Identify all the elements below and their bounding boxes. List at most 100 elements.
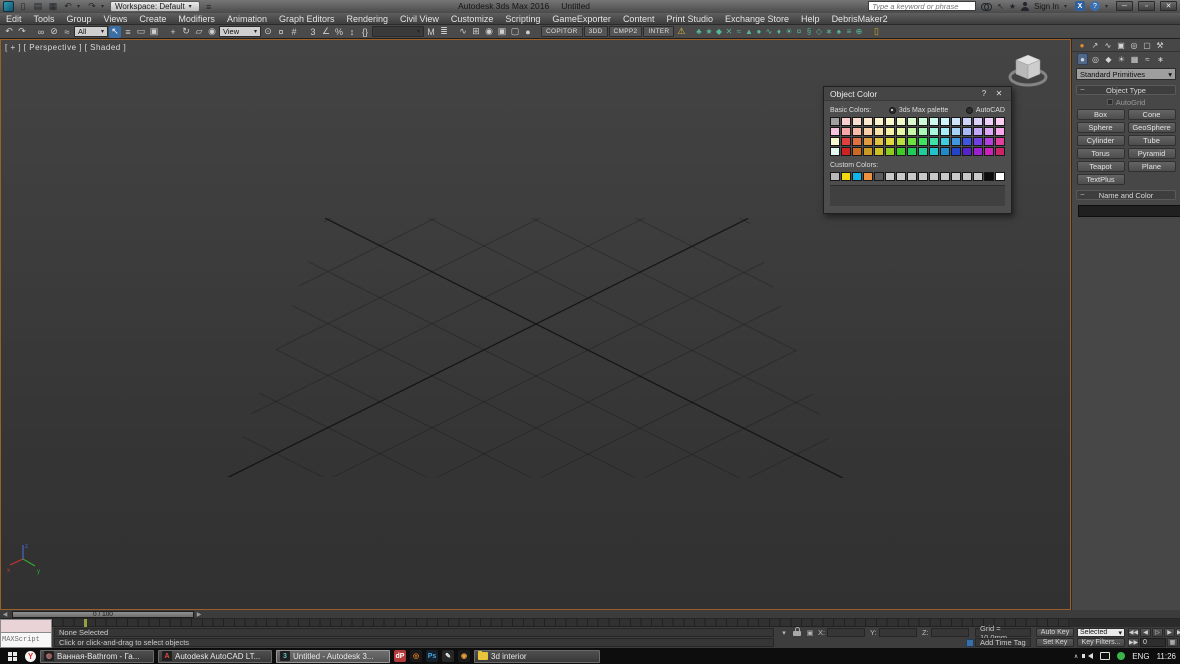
- track-bar[interactable]: [52, 619, 1071, 627]
- menu-item[interactable]: Create: [133, 13, 172, 25]
- color-swatch[interactable]: [841, 137, 851, 146]
- signin-button[interactable]: Sign In: [1034, 2, 1059, 11]
- percent-snap-icon[interactable]: %: [333, 26, 345, 38]
- autocad-palette-radio[interactable]: [965, 106, 973, 114]
- color-swatch[interactable]: [896, 117, 906, 126]
- color-swatch[interactable]: [962, 117, 972, 126]
- color-swatch[interactable]: [830, 117, 840, 126]
- primitive-button[interactable]: Pyramid: [1127, 148, 1176, 159]
- color-swatch[interactable]: [984, 137, 994, 146]
- selection-lock-icon[interactable]: [793, 627, 801, 636]
- volume-icon[interactable]: [1082, 653, 1094, 659]
- color-swatch[interactable]: [984, 117, 994, 126]
- custom-color-swatch[interactable]: [830, 172, 840, 181]
- start-button[interactable]: [8, 651, 17, 661]
- color-swatch[interactable]: [852, 147, 862, 156]
- primitive-button[interactable]: Tube: [1127, 135, 1176, 146]
- language-indicator[interactable]: ENG: [1132, 652, 1149, 661]
- align-icon[interactable]: ≣: [438, 26, 450, 38]
- search-icon[interactable]: [981, 2, 993, 11]
- close-button[interactable]: ✕: [1160, 1, 1177, 11]
- color-swatch[interactable]: [951, 137, 961, 146]
- custom-script-button[interactable]: CMPP2: [608, 26, 643, 37]
- current-frame-field[interactable]: 0: [1140, 638, 1166, 647]
- pinned-app-icon[interactable]: ◎: [410, 650, 422, 662]
- command-panel-tab[interactable]: ▣: [1116, 40, 1126, 51]
- color-swatch[interactable]: [962, 127, 972, 136]
- playback-button[interactable]: ◀◀: [1128, 628, 1139, 637]
- debrismaker-script-icon[interactable]: ∿: [764, 26, 773, 38]
- taskbar-window-button[interactable]: A Autodesk AutoCAD LT...: [158, 649, 272, 663]
- menu-item[interactable]: Modifiers: [172, 13, 221, 25]
- color-swatch[interactable]: [863, 147, 873, 156]
- search-input[interactable]: [868, 1, 977, 11]
- taskbar-window-button[interactable]: 3 Untitled - Autodesk 3...: [276, 649, 390, 663]
- create-category-icon[interactable]: ●: [1077, 53, 1088, 65]
- favorites-star-icon[interactable]: ★: [1009, 2, 1016, 11]
- door-script-icon[interactable]: ▯: [870, 26, 882, 38]
- primitive-button[interactable]: Plane: [1127, 161, 1176, 172]
- color-swatch[interactable]: [951, 127, 961, 136]
- create-category-icon[interactable]: ▦: [1129, 53, 1140, 65]
- material-editor-icon[interactable]: ◉: [483, 26, 495, 38]
- isolate-selection-icon[interactable]: ▾: [779, 628, 789, 637]
- debrismaker-script-icon[interactable]: ⊕: [854, 26, 863, 38]
- select-and-rotate-icon[interactable]: ↻: [180, 26, 192, 38]
- folder-window-button[interactable]: 3d interior: [474, 649, 600, 663]
- menu-item[interactable]: Group: [61, 13, 98, 25]
- network-status-icon[interactable]: [1117, 652, 1126, 660]
- custom-script-button[interactable]: 3DD: [583, 26, 608, 37]
- color-swatch[interactable]: [874, 117, 884, 126]
- redo-scene-icon[interactable]: ↷: [16, 26, 28, 38]
- rendered-frame-window-icon[interactable]: ▢: [509, 26, 521, 38]
- clock[interactable]: 11:26: [1157, 652, 1176, 661]
- primitive-button[interactable]: GeoSphere: [1127, 122, 1176, 133]
- pinned-app-icon[interactable]: ✎: [442, 650, 454, 662]
- maxscript-macro-pane[interactable]: [0, 619, 52, 633]
- color-swatch[interactable]: [962, 137, 972, 146]
- edit-named-selection-sets-icon[interactable]: {}: [359, 26, 371, 38]
- create-category-icon[interactable]: ∗: [1155, 53, 1166, 65]
- color-swatch[interactable]: [995, 127, 1005, 136]
- custom-color-swatch[interactable]: [940, 172, 950, 181]
- color-swatch[interactable]: [995, 137, 1005, 146]
- custom-color-swatch[interactable]: [962, 172, 972, 181]
- command-panel-tab[interactable]: ●: [1077, 40, 1087, 51]
- custom-color-swatch[interactable]: [929, 172, 939, 181]
- custom-color-swatch[interactable]: [918, 172, 928, 181]
- debrismaker-script-icon[interactable]: ◇: [814, 26, 823, 38]
- menu-item[interactable]: Content: [617, 13, 661, 25]
- color-swatch[interactable]: [940, 127, 950, 136]
- color-swatch[interactable]: [841, 147, 851, 156]
- color-swatch[interactable]: [885, 147, 895, 156]
- color-swatch[interactable]: [852, 117, 862, 126]
- debrismaker-script-icon[interactable]: ≡: [844, 26, 853, 38]
- primitive-button[interactable]: Cylinder: [1076, 135, 1125, 146]
- tray-chevron-icon[interactable]: ∧: [1074, 653, 1078, 660]
- color-swatch[interactable]: [863, 137, 873, 146]
- maxscript-mini-listener[interactable]: MAXScript: [0, 619, 52, 648]
- object-name-input[interactable]: [1078, 205, 1180, 217]
- primitive-button[interactable]: Cone: [1127, 109, 1176, 120]
- undo-button[interactable]: ↶: [62, 1, 74, 12]
- primitive-button[interactable]: Torus: [1076, 148, 1125, 159]
- color-swatch[interactable]: [940, 137, 950, 146]
- selection-filter-dropdown[interactable]: All ▾: [74, 26, 108, 37]
- yandex-browser-icon[interactable]: Y: [25, 650, 36, 662]
- render-production-icon[interactable]: ●: [522, 26, 534, 38]
- menu-item[interactable]: Views: [98, 13, 134, 25]
- color-swatch[interactable]: [907, 127, 917, 136]
- debrismaker-script-icon[interactable]: ◆: [714, 26, 723, 38]
- go-to-end-button[interactable]: ▶▶: [1128, 638, 1139, 647]
- menu-item[interactable]: Rendering: [341, 13, 395, 25]
- color-swatch[interactable]: [896, 127, 906, 136]
- exchange-apps-icon[interactable]: X: [1075, 1, 1085, 11]
- custom-color-swatch[interactable]: [841, 172, 851, 181]
- debrismaker-script-icon[interactable]: ♦: [774, 26, 783, 38]
- custom-color-swatch[interactable]: [995, 172, 1005, 181]
- absolute-mode-icon[interactable]: ▣: [805, 628, 815, 637]
- communication-center-icon[interactable]: ↖: [997, 2, 1004, 11]
- help-button[interactable]: ?: [1090, 1, 1100, 11]
- time-slider-handle[interactable]: 0 / 100: [12, 610, 194, 618]
- menu-item[interactable]: Customize: [445, 13, 500, 25]
